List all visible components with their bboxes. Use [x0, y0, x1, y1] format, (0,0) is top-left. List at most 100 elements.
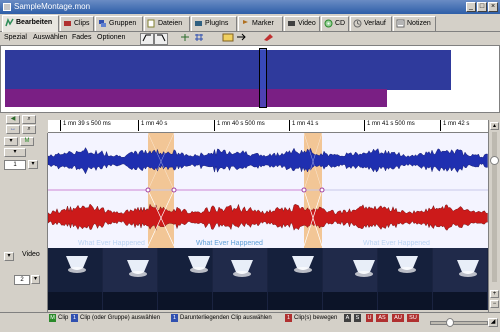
time-ruler[interactable]: 1 mn 39 s 500 ms 1 mn 40 s 1 mn 40 s 500… [48, 120, 488, 133]
close-button[interactable]: × [488, 2, 498, 12]
files-icon [147, 19, 156, 28]
video-thumbnail [268, 248, 322, 310]
video-thumbnail [48, 248, 102, 310]
chevron-down-icon[interactable]: ▾ [28, 160, 38, 169]
fade-out-icon[interactable] [154, 33, 168, 45]
video-track[interactable] [48, 248, 488, 310]
magnifier-icon[interactable]: ⌕ [22, 125, 36, 134]
channel-chevron-icon[interactable]: ▾ [31, 275, 40, 284]
ripple-icon[interactable] [222, 33, 234, 43]
vertical-scrollbar[interactable]: ▴ + − [488, 120, 500, 312]
video-thumbnail [323, 248, 377, 310]
clip-label-left: What Ever Happened [78, 240, 145, 247]
zoom-slider-thumb[interactable] [490, 156, 499, 165]
status-bar: M Clip 1 Clip (oder Gruppe) auswählen 1 … [0, 312, 500, 332]
video-thumbnails [48, 248, 487, 310]
horizontal-zoom-thumb[interactable] [446, 318, 454, 327]
arrows-horizontal-icon[interactable]: ↔ [6, 125, 20, 134]
notes-icon [396, 19, 405, 28]
tab-label: Verlauf [364, 20, 386, 27]
ruler-tick: 1 mn 42 s [440, 120, 469, 131]
zoom-field[interactable]: 1 [4, 160, 26, 170]
menu-fades[interactable]: Fades [72, 32, 91, 44]
resize-grip-icon[interactable]: ◢ [488, 318, 498, 327]
scroll-track[interactable] [492, 132, 497, 282]
zoom-icon[interactable]: ⌕ [22, 115, 36, 124]
overview-track-top [5, 50, 451, 90]
status-text: Darunterliegenden Clip auswählen [180, 315, 272, 321]
tab-label: Video [298, 20, 316, 27]
dropdown-arrow-icon[interactable]: ▾ [4, 137, 18, 146]
menu-auswaehlen[interactable]: Auswählen [33, 32, 67, 44]
zoom-out-icon[interactable]: − [490, 300, 499, 308]
waveform-svg [48, 133, 488, 248]
ruler-tick: 1 mn 40 s 500 ms [214, 120, 265, 131]
tab-plugins[interactable]: PlugIns [191, 16, 237, 31]
grid-icon[interactable] [194, 33, 204, 43]
snap-icon[interactable] [180, 33, 190, 43]
tab-bar: Bearbeiten Clips Gruppen Dateien PlugIns… [0, 14, 500, 32]
ruler-tick: 1 mn 40 s [138, 120, 167, 131]
tab-clips[interactable]: Clips [60, 16, 94, 31]
stereo-button[interactable]: ▾ [4, 148, 26, 157]
modifier-key: S [354, 314, 361, 322]
tab-label: Marker [252, 20, 274, 27]
plugins-icon [194, 19, 203, 28]
modifier-key: U [366, 314, 373, 322]
fade-in-icon[interactable] [140, 33, 154, 45]
video-thumbnail [378, 248, 432, 310]
montage-overview[interactable] [0, 45, 500, 113]
arrow-left-icon[interactable]: ◀ [6, 115, 20, 124]
video-thumbnail [213, 248, 267, 310]
menu-spezial[interactable]: Spezial [4, 32, 27, 44]
scroll-up-icon[interactable]: ▴ [490, 122, 499, 130]
minimize-button[interactable]: _ [466, 2, 476, 12]
modifier-key: AU [392, 314, 404, 322]
menu-bar: Spezial Auswählen Fades Optionen [0, 32, 500, 45]
modifier-key: SU [407, 314, 419, 322]
status-text: Clip (oder Gruppe) auswählen [80, 315, 161, 321]
tab-notizen[interactable]: Notizen [393, 16, 436, 31]
video-dropdown-icon[interactable]: ▾ [4, 252, 14, 261]
status-text: Clip(s) bewegen [294, 315, 338, 321]
track-side-panel: ◀ ⌕ ↔ ⌕ ▾ M ▾ 1 ▾ ▾ Video 2 ▾ [0, 115, 48, 323]
audio-tracks[interactable]: What Ever Happened What Ever Happened Wh… [48, 133, 488, 248]
status-text: Clip [58, 315, 69, 321]
status-key: 1 [71, 314, 78, 322]
tab-label: Clips [74, 20, 90, 27]
loop-icon[interactable] [236, 33, 246, 43]
tab-verlauf[interactable]: Verlauf [350, 16, 392, 31]
status-key: M [49, 314, 56, 322]
menu-optionen[interactable]: Optionen [97, 32, 125, 44]
tab-bearbeiten[interactable]: Bearbeiten [2, 15, 59, 32]
maximize-button[interactable]: □ [477, 2, 487, 12]
clip-label-right: What Ever Happened [363, 240, 430, 247]
channel-field[interactable]: 2 [14, 275, 30, 285]
mute-icon[interactable]: M [20, 137, 34, 146]
tab-label: Bearbeiten [16, 19, 53, 26]
tab-label: Dateien [158, 20, 183, 27]
zoom-in-icon[interactable]: + [490, 290, 499, 298]
overview-viewport-marker[interactable] [259, 48, 267, 108]
tab-dateien[interactable]: Dateien [144, 16, 190, 31]
modifier-key: A [344, 314, 351, 322]
ruler-tick: 1 mn 41 s 500 ms [364, 120, 415, 131]
clips-icon [63, 19, 72, 28]
tab-label: Gruppen [109, 20, 137, 27]
window-title: SampleMontage.mon [14, 2, 91, 11]
title-bar: SampleMontage.mon _ □ × [0, 0, 500, 14]
tab-video[interactable]: Video [284, 16, 320, 31]
tab-marker[interactable]: Marker [238, 16, 283, 31]
eraser-icon[interactable] [262, 33, 274, 43]
horizontal-zoom-track[interactable] [430, 321, 488, 325]
video-thumbnail [433, 248, 487, 310]
status-key: 1 [285, 314, 292, 322]
overview-track-bottom [5, 89, 387, 107]
tab-gruppen[interactable]: Gruppen [95, 16, 143, 31]
modifier-key: AS [376, 314, 388, 322]
tab-label: CD [335, 20, 346, 27]
tab-label: PlugIns [205, 20, 229, 27]
ruler-tick: 1 mn 41 s [289, 120, 318, 131]
tab-cd[interactable]: CD [321, 16, 349, 31]
video-icon [287, 19, 296, 28]
